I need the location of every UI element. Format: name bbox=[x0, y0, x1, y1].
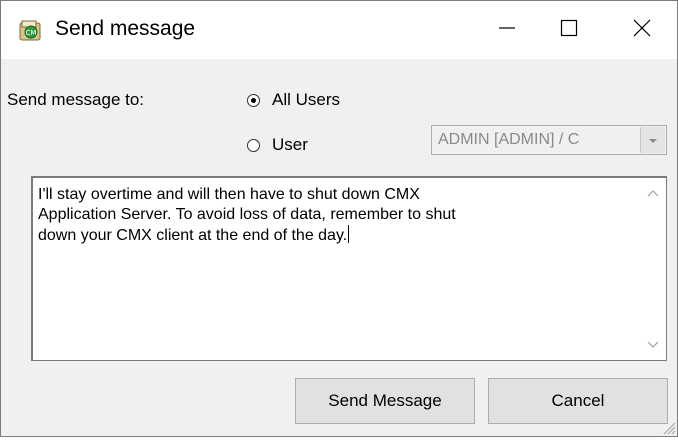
text-caret bbox=[348, 225, 350, 243]
window-title: Send message bbox=[55, 17, 196, 40]
send-to-label: Send message to: bbox=[7, 90, 145, 109]
minimize-button[interactable] bbox=[476, 1, 538, 59]
radio-all-users-label[interactable]: All Users bbox=[272, 90, 340, 110]
message-content: I'll stay overtime and will then have to… bbox=[38, 186, 456, 244]
maximize-button[interactable] bbox=[538, 1, 600, 59]
cancel-button[interactable]: Cancel bbox=[488, 378, 668, 424]
message-textarea[interactable]: I'll stay overtime and will then have to… bbox=[31, 176, 667, 361]
title-bar[interactable]: CM Send message bbox=[1, 1, 677, 59]
maximize-icon bbox=[560, 19, 578, 42]
message-text[interactable]: I'll stay overtime and will then have to… bbox=[38, 185, 608, 246]
send-message-dialog: CM Send message Send message to: All Use… bbox=[0, 0, 678, 437]
chevron-up-icon[interactable] bbox=[646, 186, 660, 200]
chevron-down-icon[interactable] bbox=[646, 338, 660, 352]
radio-all-users-circle[interactable] bbox=[247, 94, 260, 107]
resize-grip-icon[interactable] bbox=[660, 419, 676, 435]
vertical-scrollbar[interactable] bbox=[640, 178, 666, 360]
radio-user-label[interactable]: User bbox=[272, 135, 308, 155]
close-icon bbox=[633, 19, 651, 42]
app-icon: CM bbox=[19, 19, 43, 43]
user-select-value: ADMIN [ADMIN] / C bbox=[438, 131, 580, 148]
user-select[interactable]: ADMIN [ADMIN] / C bbox=[431, 125, 667, 155]
svg-text:CM: CM bbox=[26, 29, 37, 37]
send-message-button[interactable]: Send Message bbox=[295, 378, 475, 424]
chevron-down-icon bbox=[648, 131, 658, 149]
user-select-dropdown[interactable] bbox=[640, 127, 665, 153]
close-button[interactable] bbox=[611, 1, 673, 59]
radio-user-circle[interactable] bbox=[247, 139, 260, 152]
minimize-icon bbox=[498, 19, 516, 42]
